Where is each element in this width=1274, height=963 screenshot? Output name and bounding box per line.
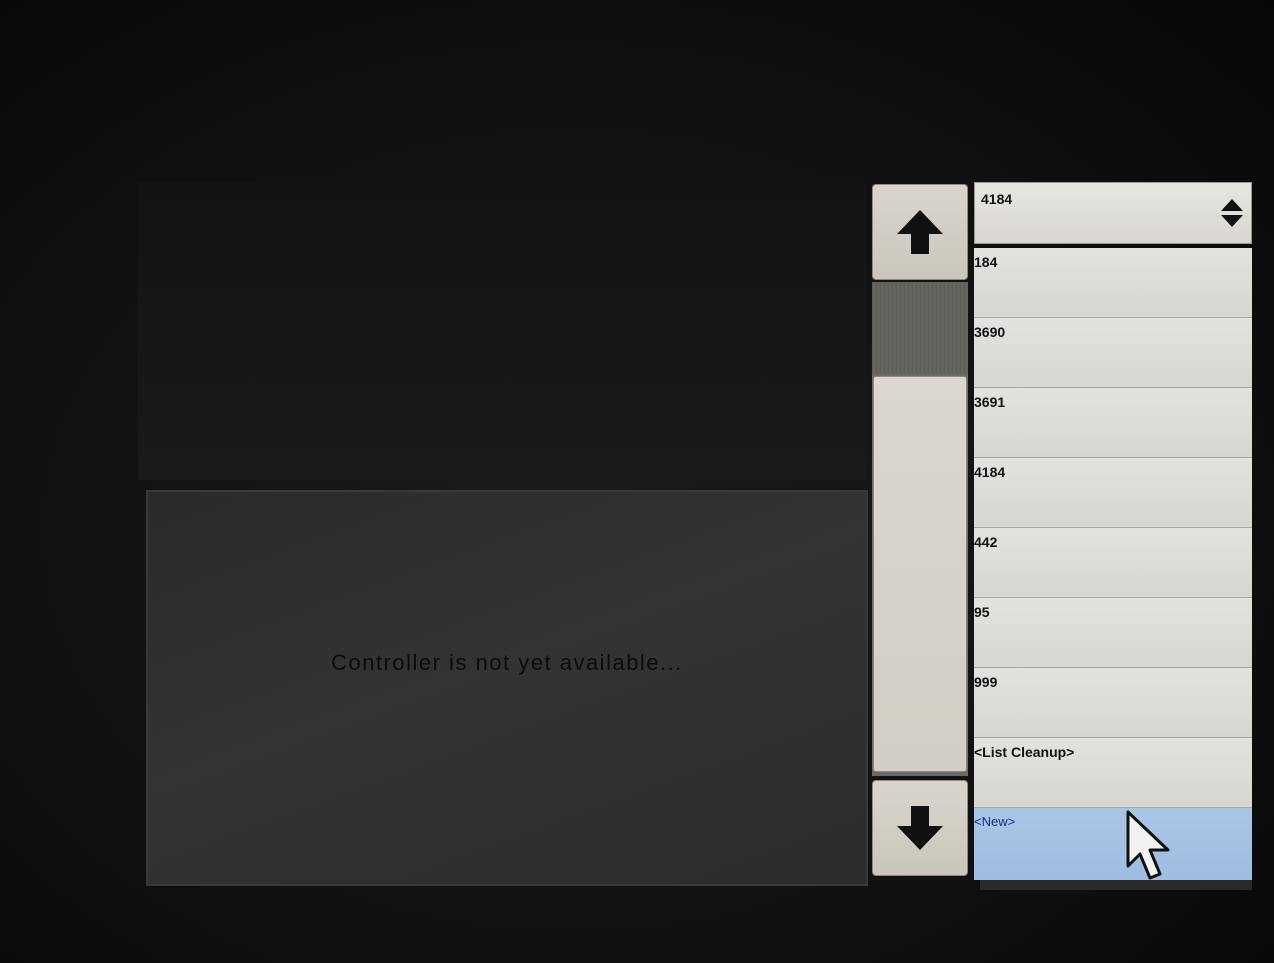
- list-footer: [980, 880, 1252, 890]
- list-item-3691[interactable]: 3691: [974, 388, 1252, 458]
- list-item-label: 3691: [974, 394, 1006, 410]
- list-item-184[interactable]: 184: [974, 248, 1252, 318]
- value-dropdown[interactable]: 4184: [974, 182, 1252, 244]
- mouse-pointer-icon: [1126, 810, 1170, 880]
- list-item-label: 442: [974, 534, 998, 550]
- list-item-list-cleanup[interactable]: <List Cleanup>: [974, 738, 1252, 808]
- dropdown-selected-value: 4184: [981, 191, 1013, 207]
- scroll-down-button[interactable]: [872, 780, 968, 876]
- list-item-label: <New>: [974, 814, 1016, 829]
- dropdown-list: 184 3690 3691 4184 442 95 999 <List Clea…: [974, 248, 1252, 880]
- arrow-down-icon: [897, 806, 943, 850]
- list-item-label: 999: [974, 674, 998, 690]
- list-item-95[interactable]: 95: [974, 598, 1252, 668]
- scroll-thumb[interactable]: [873, 376, 967, 772]
- list-item-4184[interactable]: 4184: [974, 458, 1252, 528]
- list-item-label: 95: [974, 604, 990, 620]
- top-panel: [138, 182, 866, 480]
- status-panel: Controller is not yet available...: [146, 490, 868, 886]
- scroll-track[interactable]: [872, 282, 968, 776]
- status-message: Controller is not yet available...: [331, 650, 683, 675]
- list-item-label: 4184: [974, 464, 1006, 480]
- scroll-track-upper[interactable]: [872, 282, 968, 374]
- up-down-arrows-icon: [1221, 199, 1243, 227]
- list-item-999[interactable]: 999: [974, 668, 1252, 738]
- arrow-up-icon: [897, 210, 943, 254]
- screen: Controller is not yet available... 4184 …: [0, 0, 1274, 963]
- list-item-label: 3690: [974, 324, 1006, 340]
- list-item-label: <List Cleanup>: [974, 744, 1075, 760]
- list-item-new[interactable]: <New>: [974, 808, 1252, 880]
- list-item-label: 184: [974, 254, 998, 270]
- list-item-3690[interactable]: 3690: [974, 318, 1252, 388]
- scroll-up-button[interactable]: [872, 184, 968, 280]
- list-item-442[interactable]: 442: [974, 528, 1252, 598]
